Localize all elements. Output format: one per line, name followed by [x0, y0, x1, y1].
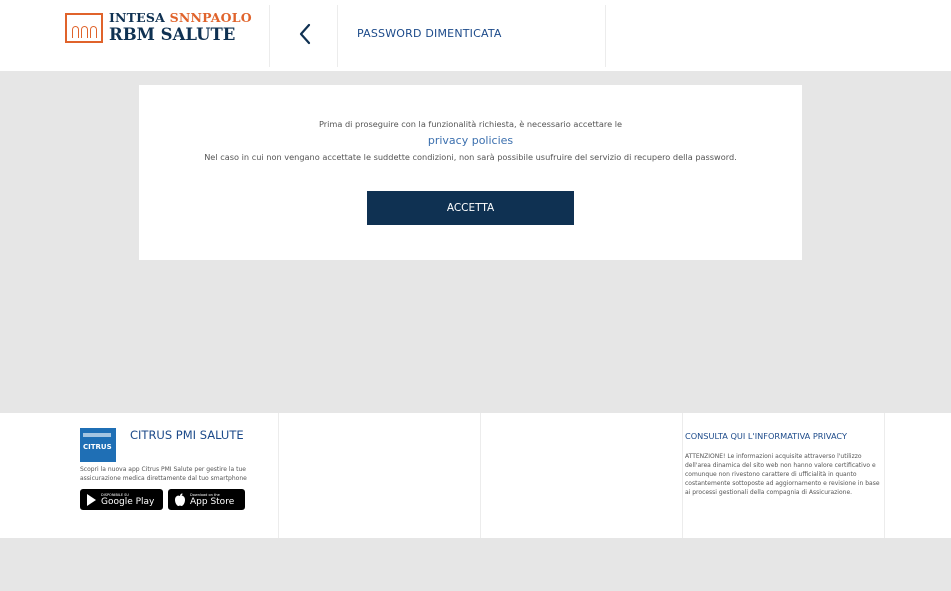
accept-button[interactable]: ACCETTA — [367, 191, 574, 225]
header-divider — [269, 5, 270, 67]
back-button[interactable] — [290, 18, 320, 50]
header-divider — [337, 5, 338, 67]
logo-line1-a: INTESA — [109, 10, 170, 25]
logo-text: INTESA SNNPAOLO RBM SALUTE — [109, 10, 252, 44]
header-divider — [605, 5, 606, 67]
google-play-icon — [87, 493, 96, 506]
footer-divider — [682, 413, 683, 538]
logo-line2: RBM SALUTE — [109, 24, 236, 44]
logo-arches-icon — [65, 12, 103, 43]
footer-divider — [278, 413, 279, 538]
header: INTESA SNNPAOLO RBM SALUTE PASSWORD DIME… — [0, 0, 951, 71]
app-store-label: App Store — [190, 496, 235, 507]
footer: CITRUS CITRUS PMI SALUTE Scopri la nuova… — [0, 413, 951, 538]
footer-divider — [884, 413, 885, 538]
google-play-button[interactable]: DISPONIBILE SU Google Play — [80, 489, 163, 510]
citrus-app-logo: CITRUS — [80, 428, 116, 462]
footer-divider — [480, 413, 481, 538]
page-title: PASSWORD DIMENTICATA — [357, 27, 502, 40]
google-play-label: Google Play — [101, 496, 155, 507]
privacy-info-link[interactable]: CONSULTA QUI L'INFORMATIVA PRIVACY — [685, 431, 847, 441]
consent-message-2: Nel caso in cui non vengano accettate le… — [204, 152, 737, 162]
citrus-description: Scopri la nuova app Citrus PMI Salute pe… — [80, 466, 247, 482]
apple-icon — [175, 493, 185, 506]
app-store-button[interactable]: Download on the App Store — [168, 489, 245, 510]
brand-logo[interactable]: INTESA SNNPAOLO RBM SALUTE — [65, 10, 252, 44]
chevron-left-icon — [299, 23, 311, 45]
citrus-logo-text: CITRUS — [83, 443, 112, 451]
consent-message-1: Prima di proseguire con la funzionalità … — [318, 119, 623, 129]
privacy-consent-card: Prima di proseguire con la funzionalità … — [139, 85, 802, 260]
citrus-title: CITRUS PMI SALUTE — [130, 428, 244, 442]
privacy-disclaimer: ATTENZIONE! Le informazioni acquisite at… — [685, 453, 880, 496]
logo-line1-b: SNNPAOLO — [169, 10, 252, 25]
privacy-policies-link[interactable]: privacy policies — [139, 134, 802, 147]
